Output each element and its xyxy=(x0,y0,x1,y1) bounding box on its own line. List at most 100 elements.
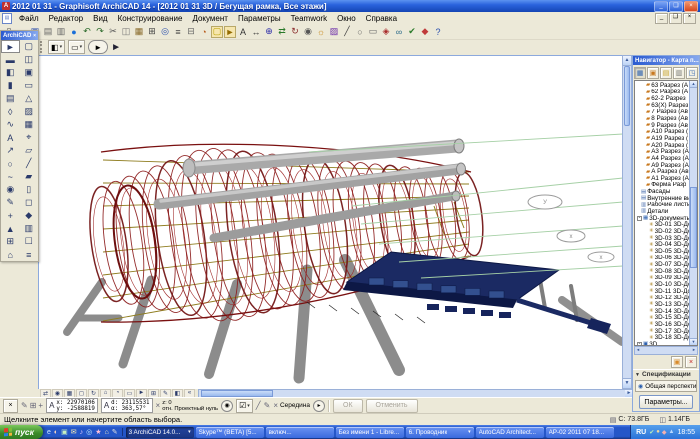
scroll-thumb[interactable] xyxy=(201,390,273,397)
find-icon[interactable]: ◎ xyxy=(159,26,171,38)
info-icon[interactable]: ● xyxy=(68,26,80,38)
pan-icon[interactable]: ⇄ xyxy=(276,26,288,38)
tool-icon[interactable]: ► xyxy=(1,40,20,53)
tool-icon[interactable]: ▢ xyxy=(20,40,39,53)
tool-icon[interactable]: ▬ xyxy=(1,53,20,66)
mdi-restore-button[interactable]: ❑ xyxy=(669,13,682,24)
scroll-up-icon[interactable]: ▲ xyxy=(623,56,631,66)
tool-icon[interactable]: ▥ xyxy=(20,222,39,235)
navigator-mode-button[interactable]: ▣ ▾ xyxy=(647,67,659,79)
link-icon[interactable]: ∞ xyxy=(393,26,405,38)
tree-item[interactable]: - ▰ А10 Разрез ( xyxy=(637,128,689,135)
tree-item[interactable]: - ▰ А20 Разрез ( xyxy=(637,142,689,149)
quick-launch-icon[interactable]: ♪ xyxy=(80,429,84,436)
expand-collapse-icon[interactable]: - xyxy=(637,342,642,346)
restore-button[interactable]: ❑ xyxy=(669,1,683,12)
minimize-button[interactable]: _ xyxy=(654,1,668,12)
toolbox-palette-header[interactable]: ArchiCAD × xyxy=(1,31,38,40)
tracker-info-button[interactable]: ◉ xyxy=(221,400,233,412)
worksheet-icon[interactable]: ▭ xyxy=(367,26,379,38)
language-indicator[interactable]: RU xyxy=(636,429,646,436)
scroll-thumb[interactable] xyxy=(624,66,630,126)
tree-item[interactable]: - ✳ 3D-01 3D-До xyxy=(637,221,689,228)
tracker-close-button[interactable]: × xyxy=(3,399,18,413)
tool-icon[interactable]: ☐ xyxy=(20,235,39,248)
start-button[interactable]: пуск xyxy=(0,425,43,439)
tree-item[interactable]: - ✳ 3D-13 3D-До xyxy=(637,301,689,308)
tree-item[interactable]: - ▦ 3D-документы xyxy=(637,215,689,222)
pen-tool-icon[interactable]: ✎ xyxy=(264,401,271,410)
tool-icon[interactable]: ▦ xyxy=(20,118,39,131)
taskbar-button[interactable]: AutoCAD Architect... ▾ xyxy=(476,427,544,438)
taskbar-button[interactable]: включ... ▾ xyxy=(266,427,334,438)
tree-item[interactable]: - ✳ 3D-08 3D-До xyxy=(637,268,689,275)
arrow-cursor-icon[interactable]: ► xyxy=(111,42,121,53)
tray-icon[interactable]: ● xyxy=(656,429,660,436)
tree-item[interactable]: - ▥ Рабочие листы xyxy=(637,202,689,209)
tool-icon[interactable]: ◧ xyxy=(1,66,20,79)
tool-icon[interactable]: A xyxy=(1,131,20,144)
document-icon[interactable]: ▤ xyxy=(2,13,12,24)
navigator-mode-button[interactable]: ▥ ▾ xyxy=(673,67,685,79)
navigator-action-button[interactable]: × xyxy=(685,356,697,368)
tree-item[interactable]: - ▰ А9 Разрез (А xyxy=(637,162,689,169)
tree-item[interactable]: - ✳ 3D-02 3D-До xyxy=(637,228,689,235)
render-icon[interactable]: ▨ xyxy=(328,26,340,38)
tool-icon[interactable]: ⊞ xyxy=(1,235,20,248)
tree-item[interactable]: - ✳ 3D-14 3D-До xyxy=(637,308,689,315)
dimension-icon[interactable]: ↔ xyxy=(250,26,262,38)
tool-icon[interactable]: ╱ xyxy=(20,157,39,170)
tree-item[interactable]: - ▰ 62 Разрез (А xyxy=(637,89,689,96)
tree-item[interactable]: - ▰ А3 Разрез (А xyxy=(637,148,689,155)
quick-launch-icon[interactable]: ▣ xyxy=(61,428,68,436)
tree-item[interactable]: - ✳ 3D-12 3D-До xyxy=(637,295,689,302)
snap-options-dropdown[interactable]: ☑ ▾ xyxy=(236,399,253,413)
tree-item[interactable]: - ✳ 3D-17 3D-До xyxy=(637,328,689,335)
tool-icon[interactable]: ≡ xyxy=(20,248,39,261)
scroll-right-icon[interactable]: ► xyxy=(692,347,696,354)
tool-icon[interactable]: ∿ xyxy=(1,118,20,131)
tool-icon[interactable]: ▮ xyxy=(1,79,20,92)
toolbox-close-icon[interactable]: × xyxy=(33,33,36,39)
tree-item[interactable]: - ▣ 3D xyxy=(637,341,689,346)
tree-item[interactable]: - ✳ 3D-10 3D-До xyxy=(637,281,689,288)
scroll-up-icon[interactable]: ▲ xyxy=(690,81,697,88)
navigator-mode-button[interactable]: ▦ ▾ xyxy=(634,67,646,79)
print-icon[interactable]: ▥ xyxy=(55,26,67,38)
coordinate-box-z[interactable]: × z: 0 отн. Проектный нуль xyxy=(156,400,219,412)
grid-icon[interactable]: ⊟ xyxy=(185,26,197,38)
quick-launch-icon[interactable]: ✉ xyxy=(71,428,77,436)
navigator-mode-button[interactable]: ▤ ▾ xyxy=(660,67,672,79)
scroll-down-icon[interactable]: ▼ xyxy=(690,338,697,345)
tool-icon[interactable]: + xyxy=(1,209,20,222)
tool-icon[interactable]: ▣ xyxy=(20,66,39,79)
tree-item[interactable]: - ▰ 63 Разрез (А xyxy=(637,82,689,89)
menu-item[interactable]: Параметры xyxy=(233,14,286,23)
tool-icon[interactable]: ▰ xyxy=(20,170,39,183)
tree-item[interactable]: - ✳ 3D-16 3D-До xyxy=(637,321,689,328)
tree-item[interactable]: - ✳ 3D-18 3D-До xyxy=(637,334,689,341)
copy-icon[interactable]: ◫ xyxy=(120,26,132,38)
tree-item[interactable]: - ▤ Фасады xyxy=(637,188,689,195)
tree-item[interactable]: - ▰ А19 Разрез ( xyxy=(637,135,689,142)
taskbar-button[interactable]: Skype™ (BETA) [5... ▾ xyxy=(196,427,264,438)
tree-item[interactable]: - ✳ 3D-15 3D-До xyxy=(637,314,689,321)
tree-item[interactable]: - ✳ 3D-11 3D-До xyxy=(637,288,689,295)
tool-icon[interactable]: ⌖ xyxy=(20,131,39,144)
camera-icon[interactable]: ◉ xyxy=(302,26,314,38)
3d-doc-icon[interactable]: ◈ xyxy=(380,26,392,38)
viewport-vertical-scrollbar[interactable]: ▲ ▼ xyxy=(622,55,632,389)
tool-icon[interactable]: ~ xyxy=(1,170,20,183)
undo-icon[interactable]: ↶ xyxy=(81,26,93,38)
quick-launch-icon[interactable]: ★ xyxy=(95,428,101,436)
navigator-action-button[interactable]: ▣ xyxy=(671,356,683,368)
tray-icon[interactable]: ◆ xyxy=(662,429,667,436)
navigator-vertical-scrollbar[interactable]: ▲ ▼ xyxy=(689,81,697,345)
cancel-button[interactable]: Отменить xyxy=(366,399,418,413)
navigator-header[interactable]: Навигатор - Карта п... × xyxy=(633,56,699,65)
menu-item[interactable]: Документ xyxy=(187,14,233,23)
menu-item[interactable]: Teamwork xyxy=(286,14,332,23)
taskbar-button[interactable]: 3 ArchiCAD 14.0... ▾ xyxy=(126,427,194,438)
mdi-close-button[interactable]: × xyxy=(683,13,696,24)
marquee-icon[interactable]: ▢ xyxy=(211,26,223,38)
